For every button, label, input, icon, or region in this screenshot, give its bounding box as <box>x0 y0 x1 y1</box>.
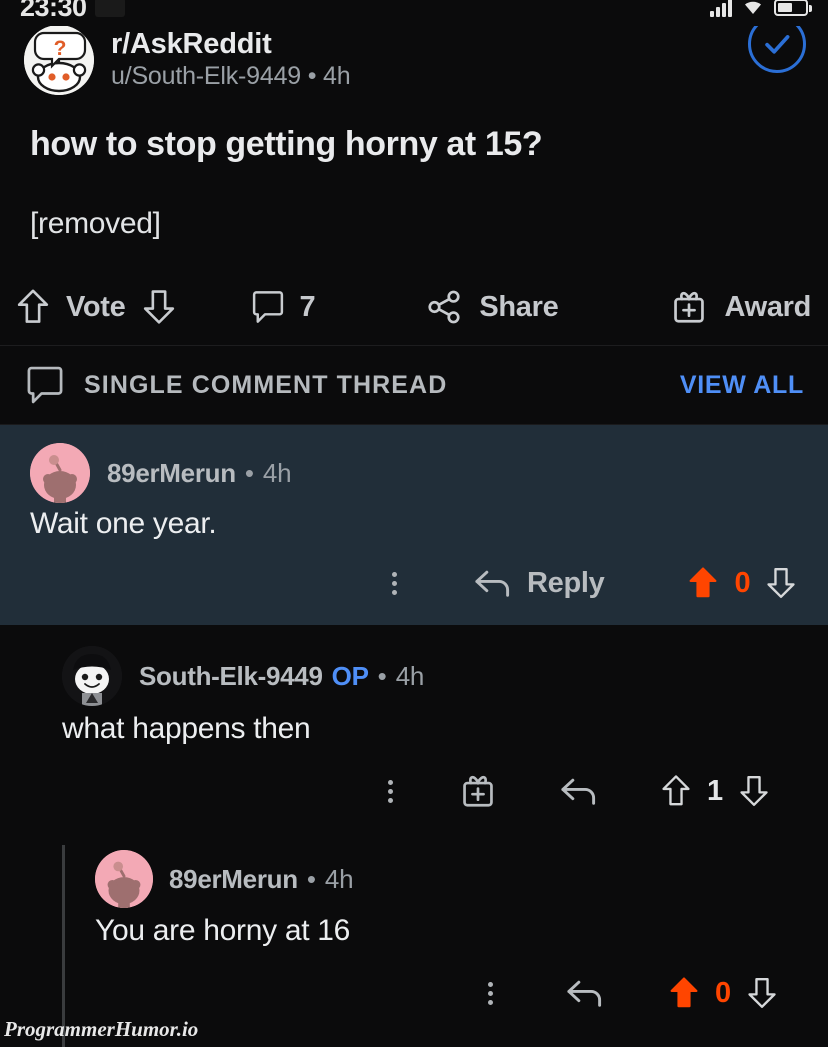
post-award-group[interactable]: Award <box>670 287 811 327</box>
comment-1-actions: Reply 0 <box>392 565 798 601</box>
comment-score: 1 <box>707 774 723 807</box>
reddit-post-screen: 23:30 ? r/AskReddit u/South-Elk-9449 • 4… <box>0 0 828 1047</box>
snoo-avatar-icon <box>95 850 153 908</box>
post-author-line[interactable]: u/South-Elk-9449 • 4h <box>111 61 351 92</box>
downvote-arrow-icon[interactable] <box>764 565 798 601</box>
comment-score: 0 <box>715 976 731 1009</box>
post-action-bar: Vote 7 Share Award <box>0 278 828 336</box>
reply-button[interactable]: Reply <box>473 566 605 600</box>
avatar[interactable] <box>62 646 122 706</box>
comment-body: what happens then <box>62 712 311 745</box>
reply-label: Reply <box>527 566 605 599</box>
comment-2-actions: 1 <box>388 771 771 811</box>
reply-arrow-icon[interactable] <box>565 977 605 1009</box>
post-meta: r/AskReddit u/South-Elk-9449 • 4h <box>111 27 351 92</box>
comment-2-meta: South-Elk-9449 OP • 4h <box>139 661 424 692</box>
check-icon <box>765 35 790 54</box>
comment-count: 7 <box>299 290 316 323</box>
subreddit-avatar[interactable]: ? <box>24 25 94 95</box>
meta-separator: • <box>306 863 316 894</box>
askreddit-snoo-icon: ? <box>24 25 94 95</box>
avatar[interactable] <box>95 850 153 908</box>
post-body-text: [removed] <box>30 207 161 240</box>
svg-text:?: ? <box>54 37 67 60</box>
downvote-arrow-icon[interactable] <box>737 773 771 809</box>
thread-comment-icon <box>27 366 63 404</box>
comment-2-header: South-Elk-9449 OP • 4h <box>62 646 424 706</box>
op-badge: OP <box>331 660 369 691</box>
comment-item-2: South-Elk-9449 OP • 4h what happens then <box>0 628 828 828</box>
status-bar-right <box>710 0 812 17</box>
comment-age: 4h <box>395 660 425 691</box>
snoo-avatar-icon <box>30 443 90 503</box>
status-bar: 23:30 <box>0 0 828 26</box>
comment-1-header: 89erMerun • 4h <box>30 443 292 503</box>
comment-score: 0 <box>734 566 751 599</box>
more-options-icon[interactable] <box>392 571 397 595</box>
post-header: ? r/AskReddit u/South-Elk-9449 • 4h <box>0 18 828 102</box>
comment-3-actions: 0 <box>488 975 779 1011</box>
status-bar-left: 23:30 <box>20 0 125 23</box>
signal-icon <box>710 0 732 17</box>
award-label: Award <box>724 290 812 323</box>
more-options-icon[interactable] <box>388 779 393 803</box>
upvote-arrow-icon[interactable] <box>667 975 701 1011</box>
comment-author[interactable]: 89erMerun <box>169 864 298 895</box>
share-label: Share <box>479 290 559 323</box>
subreddit-name[interactable]: r/AskReddit <box>111 27 350 61</box>
comment-author[interactable]: South-Elk-9449 <box>139 661 323 692</box>
comment-item-1: 89erMerun • 4h Wait one year. Reply 0 <box>0 425 828 625</box>
comment-1-meta: 89erMerun • 4h <box>107 457 292 489</box>
reply-arrow-icon[interactable] <box>559 775 599 807</box>
post-comments-group[interactable]: 7 <box>250 288 316 326</box>
comment-3-meta: 89erMerun • 4h <box>169 863 354 895</box>
comment-item-3: 89erMerun • 4h You are horny at 16 0 <box>0 832 828 1032</box>
upvote-arrow-icon[interactable] <box>686 565 720 601</box>
downvote-arrow-icon[interactable] <box>745 975 779 1011</box>
award-gift-icon[interactable] <box>459 771 497 811</box>
battery-icon <box>774 0 812 16</box>
vote-label[interactable]: Vote <box>66 291 126 324</box>
single-thread-label: SINGLE COMMENT THREAD <box>84 370 448 399</box>
upvote-arrow-icon[interactable] <box>659 773 693 809</box>
comment-bubble-icon <box>252 291 283 323</box>
comment-1-vote-group: 0 <box>686 565 798 601</box>
downvote-arrow-icon[interactable] <box>140 287 178 327</box>
post-vote-group: Vote <box>14 287 178 327</box>
comment-2-vote-group: 1 <box>659 773 771 809</box>
upvote-arrow-icon[interactable] <box>14 287 52 327</box>
avatar[interactable] <box>30 443 90 503</box>
comment-body: Wait one year. <box>30 507 217 540</box>
snoo-avatar-icon <box>62 646 122 706</box>
comment-3-header: 89erMerun • 4h <box>95 850 354 908</box>
award-gift-icon <box>674 291 705 323</box>
single-comment-thread-bar: SINGLE COMMENT THREAD VIEW ALL <box>0 346 828 424</box>
meta-separator: • <box>244 457 254 488</box>
more-options-icon[interactable] <box>488 981 493 1005</box>
comment-body: You are horny at 16 <box>95 914 351 947</box>
post-share-group[interactable]: Share <box>425 288 559 326</box>
watermark: ProgrammerHumor.io <box>4 1017 199 1041</box>
comment-age: 4h <box>324 863 354 894</box>
message-icon <box>94 0 125 17</box>
clock-text: 23:30 <box>20 0 87 22</box>
wifi-icon <box>745 1 761 14</box>
post-title: how to stop getting horny at 15? <box>30 125 543 163</box>
view-all-link[interactable]: VIEW ALL <box>680 371 804 400</box>
comment-3-vote-group: 0 <box>667 975 779 1011</box>
comment-age: 4h <box>262 457 292 488</box>
meta-separator: • <box>377 660 387 691</box>
reply-arrow-icon <box>475 570 510 597</box>
comment-author[interactable]: 89erMerun <box>107 458 236 489</box>
share-icon <box>428 290 460 324</box>
